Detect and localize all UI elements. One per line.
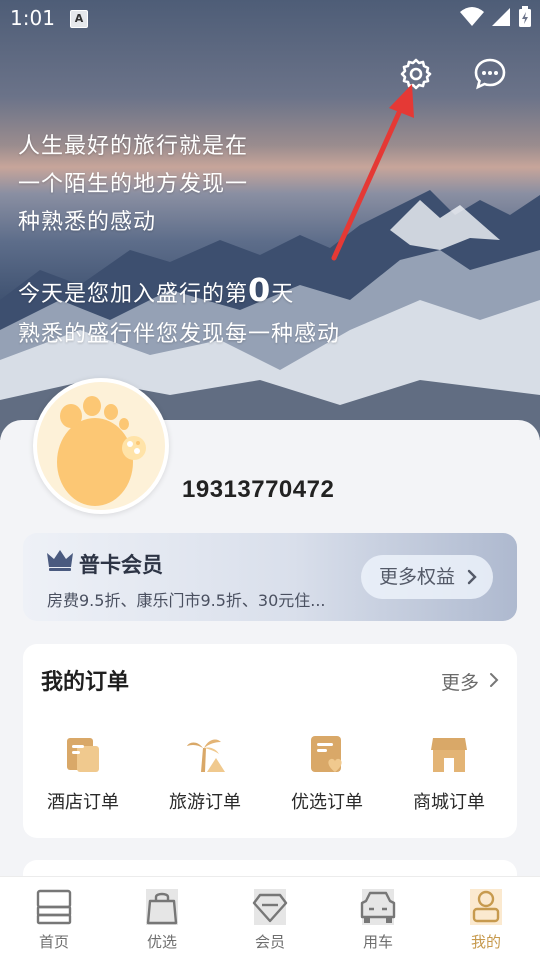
tab-car[interactable]: 用车 bbox=[324, 887, 432, 952]
order-label: 优选订单 bbox=[291, 792, 363, 813]
user-phone: 19313770472 bbox=[182, 476, 335, 503]
hero-banner: 1:01 A 人生最好的旅行就是在 一个陌生的地方发现一 种熟悉的感动 今天是您… bbox=[0, 0, 540, 440]
notification-badge: A bbox=[70, 10, 88, 28]
hero-quote-line: 种熟悉的感动 bbox=[18, 210, 157, 235]
more-rights-label: 更多权益 bbox=[379, 566, 456, 588]
hero-quote-line: 一个陌生的地方发现一 bbox=[18, 172, 249, 197]
avatar[interactable] bbox=[33, 378, 169, 514]
orders-title: 我的订单 bbox=[41, 670, 130, 695]
tab-label: 我的 bbox=[470, 933, 501, 951]
home-icon bbox=[36, 889, 72, 925]
orders-more-link[interactable]: 更多 bbox=[441, 668, 479, 695]
days-line: 今天是您加入盛行的第0天 bbox=[18, 270, 340, 315]
membership-days: 今天是您加入盛行的第0天 熟悉的盛行伴您发现每一种感动 bbox=[18, 270, 340, 355]
chevron-right-icon bbox=[467, 569, 477, 585]
membership-description: 房费9.5折、康乐门市9.5折、30元住... bbox=[47, 591, 326, 610]
tab-label: 优选 bbox=[146, 933, 177, 951]
battery-charging-icon bbox=[519, 6, 531, 27]
car-icon bbox=[360, 889, 396, 925]
order-item-selected[interactable]: 优选订单 bbox=[272, 732, 382, 822]
tab-label: 会员 bbox=[254, 933, 285, 951]
hotel-order-icon bbox=[67, 738, 99, 772]
signal-icon bbox=[492, 8, 510, 26]
tab-home[interactable]: 首页 bbox=[0, 887, 108, 952]
more-rights-button[interactable]: 更多权益 bbox=[361, 555, 493, 599]
tab-label: 用车 bbox=[362, 933, 393, 951]
tab-selected[interactable]: 优选 bbox=[108, 887, 216, 952]
chevron-right-icon[interactable] bbox=[489, 672, 499, 688]
settings-icon[interactable] bbox=[398, 56, 434, 92]
order-label: 商城订单 bbox=[413, 792, 485, 813]
wifi-icon bbox=[460, 7, 484, 26]
days-count: 0 bbox=[248, 271, 272, 309]
diamond-icon bbox=[252, 889, 288, 925]
footprint-avatar-icon bbox=[57, 396, 146, 506]
days-prefix: 今天是您加入盛行的第 bbox=[18, 282, 249, 307]
tab-mine[interactable]: 我的 bbox=[432, 887, 540, 952]
order-item-mall[interactable]: 商城订单 bbox=[394, 732, 504, 822]
status-bar: 1:01 A bbox=[0, 0, 540, 36]
bottom-tab-bar: 首页 优选 会员 用车 我的 bbox=[0, 876, 540, 961]
shopping-bag-icon bbox=[146, 889, 178, 925]
hero-quote-line: 人生最好的旅行就是在 bbox=[18, 134, 249, 159]
order-label: 旅游订单 bbox=[169, 792, 241, 813]
user-icon bbox=[470, 889, 502, 925]
days-suffix: 天 bbox=[271, 282, 295, 307]
orders-card: 我的订单 更多 酒店订单 旅游订单 优选订单 商城订单 bbox=[23, 644, 517, 838]
status-time: 1:01 bbox=[10, 6, 55, 30]
order-item-travel[interactable]: 旅游订单 bbox=[150, 732, 260, 822]
order-item-hotel[interactable]: 酒店订单 bbox=[28, 732, 138, 822]
hero-tagline: 熟悉的盛行伴您发现每一种感动 bbox=[18, 322, 341, 347]
membership-card[interactable]: 普卡会员 房费9.5折、康乐门市9.5折、30元住... 更多权益 bbox=[23, 533, 517, 621]
selected-order-icon bbox=[311, 736, 342, 772]
membership-title: 普卡会员 bbox=[79, 553, 163, 577]
travel-order-icon bbox=[187, 739, 225, 772]
message-icon[interactable] bbox=[472, 56, 508, 92]
mall-order-icon bbox=[431, 738, 467, 772]
tab-member[interactable]: 会员 bbox=[216, 887, 324, 952]
status-icons bbox=[460, 6, 532, 28]
order-label: 酒店订单 bbox=[47, 792, 119, 813]
hero-quote: 人生最好的旅行就是在 一个陌生的地方发现一 种熟悉的感动 bbox=[18, 128, 278, 242]
crown-icon bbox=[47, 550, 73, 571]
tab-label: 首页 bbox=[38, 933, 69, 951]
